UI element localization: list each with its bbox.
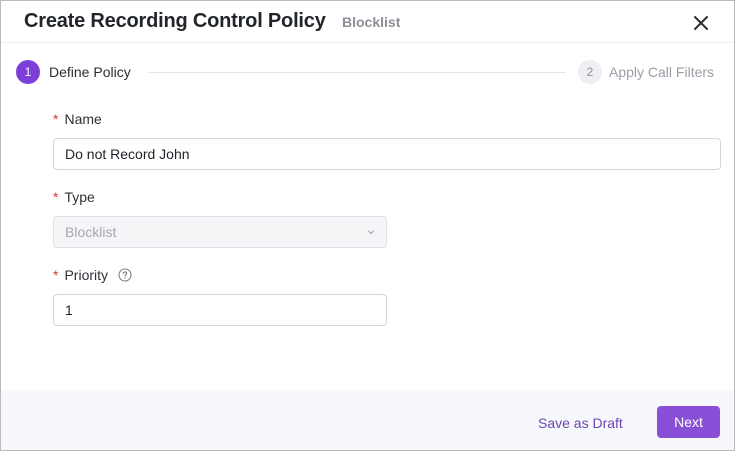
type-select-value: Blocklist — [65, 224, 117, 240]
type-label: * Type — [53, 189, 95, 205]
dialog-header: Create Recording Control Policy Blocklis… — [1, 1, 734, 43]
close-icon — [694, 16, 708, 30]
priority-input[interactable]: 1 — [53, 294, 387, 326]
priority-label: * Priority — [53, 267, 132, 283]
priority-label-text: Priority — [64, 267, 109, 283]
next-button[interactable]: Next — [657, 406, 720, 438]
step-connector — [148, 72, 566, 73]
step-2-label: Apply Call Filters — [609, 64, 715, 80]
name-input-value: Do not Record John — [65, 146, 190, 162]
type-label-text: Type — [64, 189, 95, 205]
required-mark: * — [53, 111, 59, 127]
save-draft-button[interactable]: Save as Draft — [527, 407, 634, 439]
required-mark: * — [53, 189, 59, 205]
chevron-down-icon — [367, 230, 375, 235]
dialog-subtitle: Blocklist — [342, 14, 401, 30]
name-label: * Name — [53, 111, 102, 127]
name-input[interactable]: Do not Record John — [53, 138, 721, 170]
create-policy-dialog: Create Recording Control Policy Blocklis… — [0, 0, 735, 451]
name-label-text: Name — [64, 111, 102, 127]
dialog-footer: Save as Draft Next — [1, 390, 734, 450]
priority-input-value: 1 — [65, 302, 73, 318]
step-2-number: 2 — [578, 60, 602, 84]
dialog-title: Create Recording Control Policy — [24, 10, 326, 32]
help-circle-icon[interactable] — [118, 268, 132, 282]
type-select[interactable]: Blocklist — [53, 216, 387, 248]
step-1-number: 1 — [16, 60, 40, 84]
stepper: 1 Define Policy 2 Apply Call Filters — [1, 57, 734, 89]
close-button[interactable] — [689, 11, 713, 35]
step-1-label: Define Policy — [49, 64, 131, 80]
required-mark: * — [53, 267, 59, 283]
